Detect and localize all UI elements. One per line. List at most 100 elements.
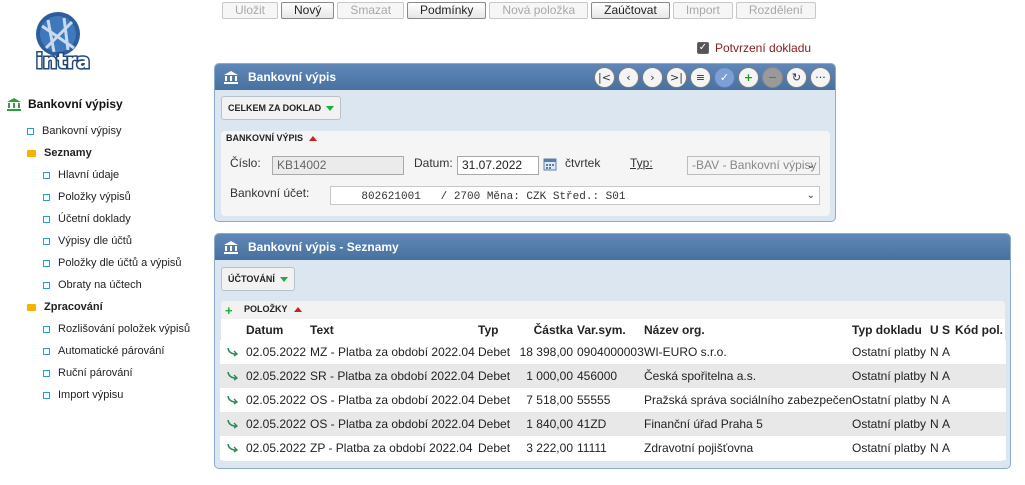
collapse-arrow-icon[interactable] <box>293 306 302 312</box>
sidebar-item-items-by-account[interactable]: Položky dle účtů a výpisů <box>0 252 210 274</box>
remove-icon[interactable]: − <box>762 67 783 88</box>
col-header-doc-type[interactable]: Typ dokladu <box>852 323 930 337</box>
bank-icon <box>224 241 238 254</box>
square-bullet-icon <box>43 281 50 289</box>
first-record-icon[interactable]: |< <box>594 67 615 88</box>
confirm-checkbox[interactable]: ✓ <box>697 42 709 54</box>
table-row[interactable]: 02.05.2022 ZP - Platba za období 2022.04 D… <box>220 436 1006 460</box>
cell-org-name: Zdravotní pojišťovna <box>644 441 754 455</box>
panel-title: Bankovní výpis <box>248 70 337 84</box>
expand-arrow-icon <box>279 276 288 282</box>
last-record-icon[interactable]: >| <box>666 67 687 88</box>
square-bullet-icon <box>43 369 50 377</box>
refresh-icon[interactable]: ↻ <box>786 67 807 88</box>
cell-s: A <box>942 393 951 407</box>
square-bullet-icon <box>43 193 50 201</box>
row-arrow-icon[interactable] <box>220 443 246 453</box>
cell-amount: 7 518,00 <box>526 393 573 407</box>
sidebar-item-account-turnover[interactable]: Obraty na účtech <box>0 274 210 296</box>
col-header-date[interactable]: Datum <box>246 323 310 337</box>
square-bullet-icon <box>43 171 50 179</box>
type-select-value: -BAV - Bankovní výpisy <box>692 158 817 172</box>
cell-type: Debet <box>478 345 511 359</box>
table-row[interactable]: 02.05.2022 SR - Platba za období 2022.04 D… <box>220 364 1006 388</box>
type-select[interactable]: -BAV - Bankovní výpisy ⌄ <box>687 156 820 175</box>
section-title: BANKOVNÍ VÝPIS <box>226 133 318 143</box>
sidebar-root[interactable]: Bankovní výpisy <box>0 92 210 116</box>
split-button[interactable]: Rozdělení <box>735 2 816 19</box>
sidebar-item-item-distinction[interactable]: Rozlišování položek výpisů <box>0 318 210 340</box>
table-row[interactable]: 02.05.2022 MZ - Platba za období 2022.04 D… <box>220 340 1006 364</box>
col-header-org-name[interactable]: Název org. <box>644 323 852 337</box>
sidebar-item-import-statement[interactable]: Import výpisu <box>0 384 210 406</box>
import-button[interactable]: Import <box>672 2 733 19</box>
cell-text: MZ - Platba za období 2022.04 <box>310 345 475 359</box>
cell-s: A <box>942 441 951 455</box>
calendar-icon[interactable] <box>543 157 557 171</box>
sidebar-item-bank-statements[interactable]: Bankovní výpisy <box>0 120 210 142</box>
sidebar-item-label: Automatické párování <box>58 345 165 357</box>
col-header-text[interactable]: Text <box>310 323 478 337</box>
cell-varsym: 0904000003 <box>577 345 644 359</box>
next-record-icon[interactable]: › <box>642 67 663 88</box>
more-icon[interactable]: ··· <box>810 67 831 88</box>
table-row[interactable]: 02.05.2022 OS - Platba za období 2022.04 D… <box>220 388 1006 412</box>
conditions-button[interactable]: Podmínky <box>407 2 487 19</box>
save-button[interactable]: Uložit <box>222 2 279 19</box>
sidebar-item-accounting-docs[interactable]: Účetní doklady <box>0 208 210 230</box>
cell-s: A <box>942 369 951 383</box>
add-item-icon[interactable]: + <box>225 304 233 317</box>
sidebar-item-auto-matching[interactable]: Automatické párování <box>0 340 210 362</box>
cell-text: ZP - Platba za období 2022.04 <box>310 441 473 455</box>
section-title-text: BANKOVNÍ VÝPIS <box>226 133 304 143</box>
list-icon[interactable]: ≡ <box>690 67 711 88</box>
bank-icon <box>224 71 238 84</box>
sidebar-folder-label: Zpracování <box>44 301 103 313</box>
bank-account-select[interactable]: 802621001 / 2700 Měna: CZK Střed.: S01 ⌄ <box>330 186 820 205</box>
add-icon[interactable]: + <box>738 67 759 88</box>
post-button[interactable]: Zaúčtovat <box>591 2 670 19</box>
new-button[interactable]: Nový <box>281 2 335 19</box>
cell-org-name: Česká spořitelna a.s. <box>644 369 757 383</box>
sidebar-item-manual-matching[interactable]: Ruční párování <box>0 362 210 384</box>
tab-total-per-document[interactable]: CELKEM ZA DOKLAD <box>221 96 342 120</box>
sidebar-folder-lists[interactable]: Seznamy <box>0 142 210 164</box>
col-header-item-code[interactable]: Kód pol. <box>955 323 1005 337</box>
cell-date: 02.05.2022 <box>246 345 307 359</box>
col-header-amount[interactable]: Částka <box>517 323 573 337</box>
sidebar-folder-processing[interactable]: Zpracování <box>0 296 210 318</box>
number-field[interactable]: KB14002 <box>272 156 404 175</box>
cell-date: 02.05.2022 <box>246 393 307 407</box>
table-row[interactable]: 02.05.2022 OS - Platba za období 2022.04 D… <box>220 412 1006 436</box>
col-header-s[interactable]: S <box>942 323 955 337</box>
row-arrow-icon[interactable] <box>220 371 246 381</box>
cell-u: N <box>930 441 939 455</box>
folder-icon <box>27 303 36 311</box>
toolbar: Uložit Nový Smazat Podmínky Nová položka… <box>222 2 816 19</box>
col-header-u[interactable]: U <box>930 323 942 337</box>
panel-header: Bankovní výpis - Seznamy <box>215 234 1010 260</box>
row-arrow-icon[interactable] <box>220 347 246 357</box>
tab-accounting[interactable]: ÚČTOVÁNÍ <box>221 267 295 291</box>
square-bullet-icon <box>43 347 50 355</box>
sidebar-item-label: Položky výpisů <box>58 191 131 203</box>
row-arrow-icon[interactable] <box>220 419 246 429</box>
weekday-label: čtvrtek <box>565 156 601 170</box>
collapse-arrow-icon[interactable] <box>309 135 318 141</box>
cell-amount: 3 222,00 <box>526 441 573 455</box>
new-item-button[interactable]: Nová položka <box>489 2 589 19</box>
sidebar-item-statements-by-account[interactable]: Výpisy dle účtů <box>0 230 210 252</box>
date-field[interactable]: 31.07.2022 <box>457 156 539 175</box>
cell-date: 02.05.2022 <box>246 417 307 431</box>
row-arrow-icon[interactable] <box>220 395 246 405</box>
col-header-type[interactable]: Typ <box>478 323 517 337</box>
delete-button[interactable]: Smazat <box>337 2 405 19</box>
sidebar-item-statement-items[interactable]: Položky výpisů <box>0 186 210 208</box>
sidebar-item-main-data[interactable]: Hlavní údaje <box>0 164 210 186</box>
check-icon[interactable]: ✓ <box>714 67 735 88</box>
sidebar-item-label: Položky dle účtů a výpisů <box>58 257 182 269</box>
prev-record-icon[interactable]: ‹ <box>618 67 639 88</box>
cell-type: Debet <box>478 369 511 383</box>
cell-u: N <box>930 417 939 431</box>
col-header-varsym[interactable]: Var.sym. <box>573 323 644 337</box>
